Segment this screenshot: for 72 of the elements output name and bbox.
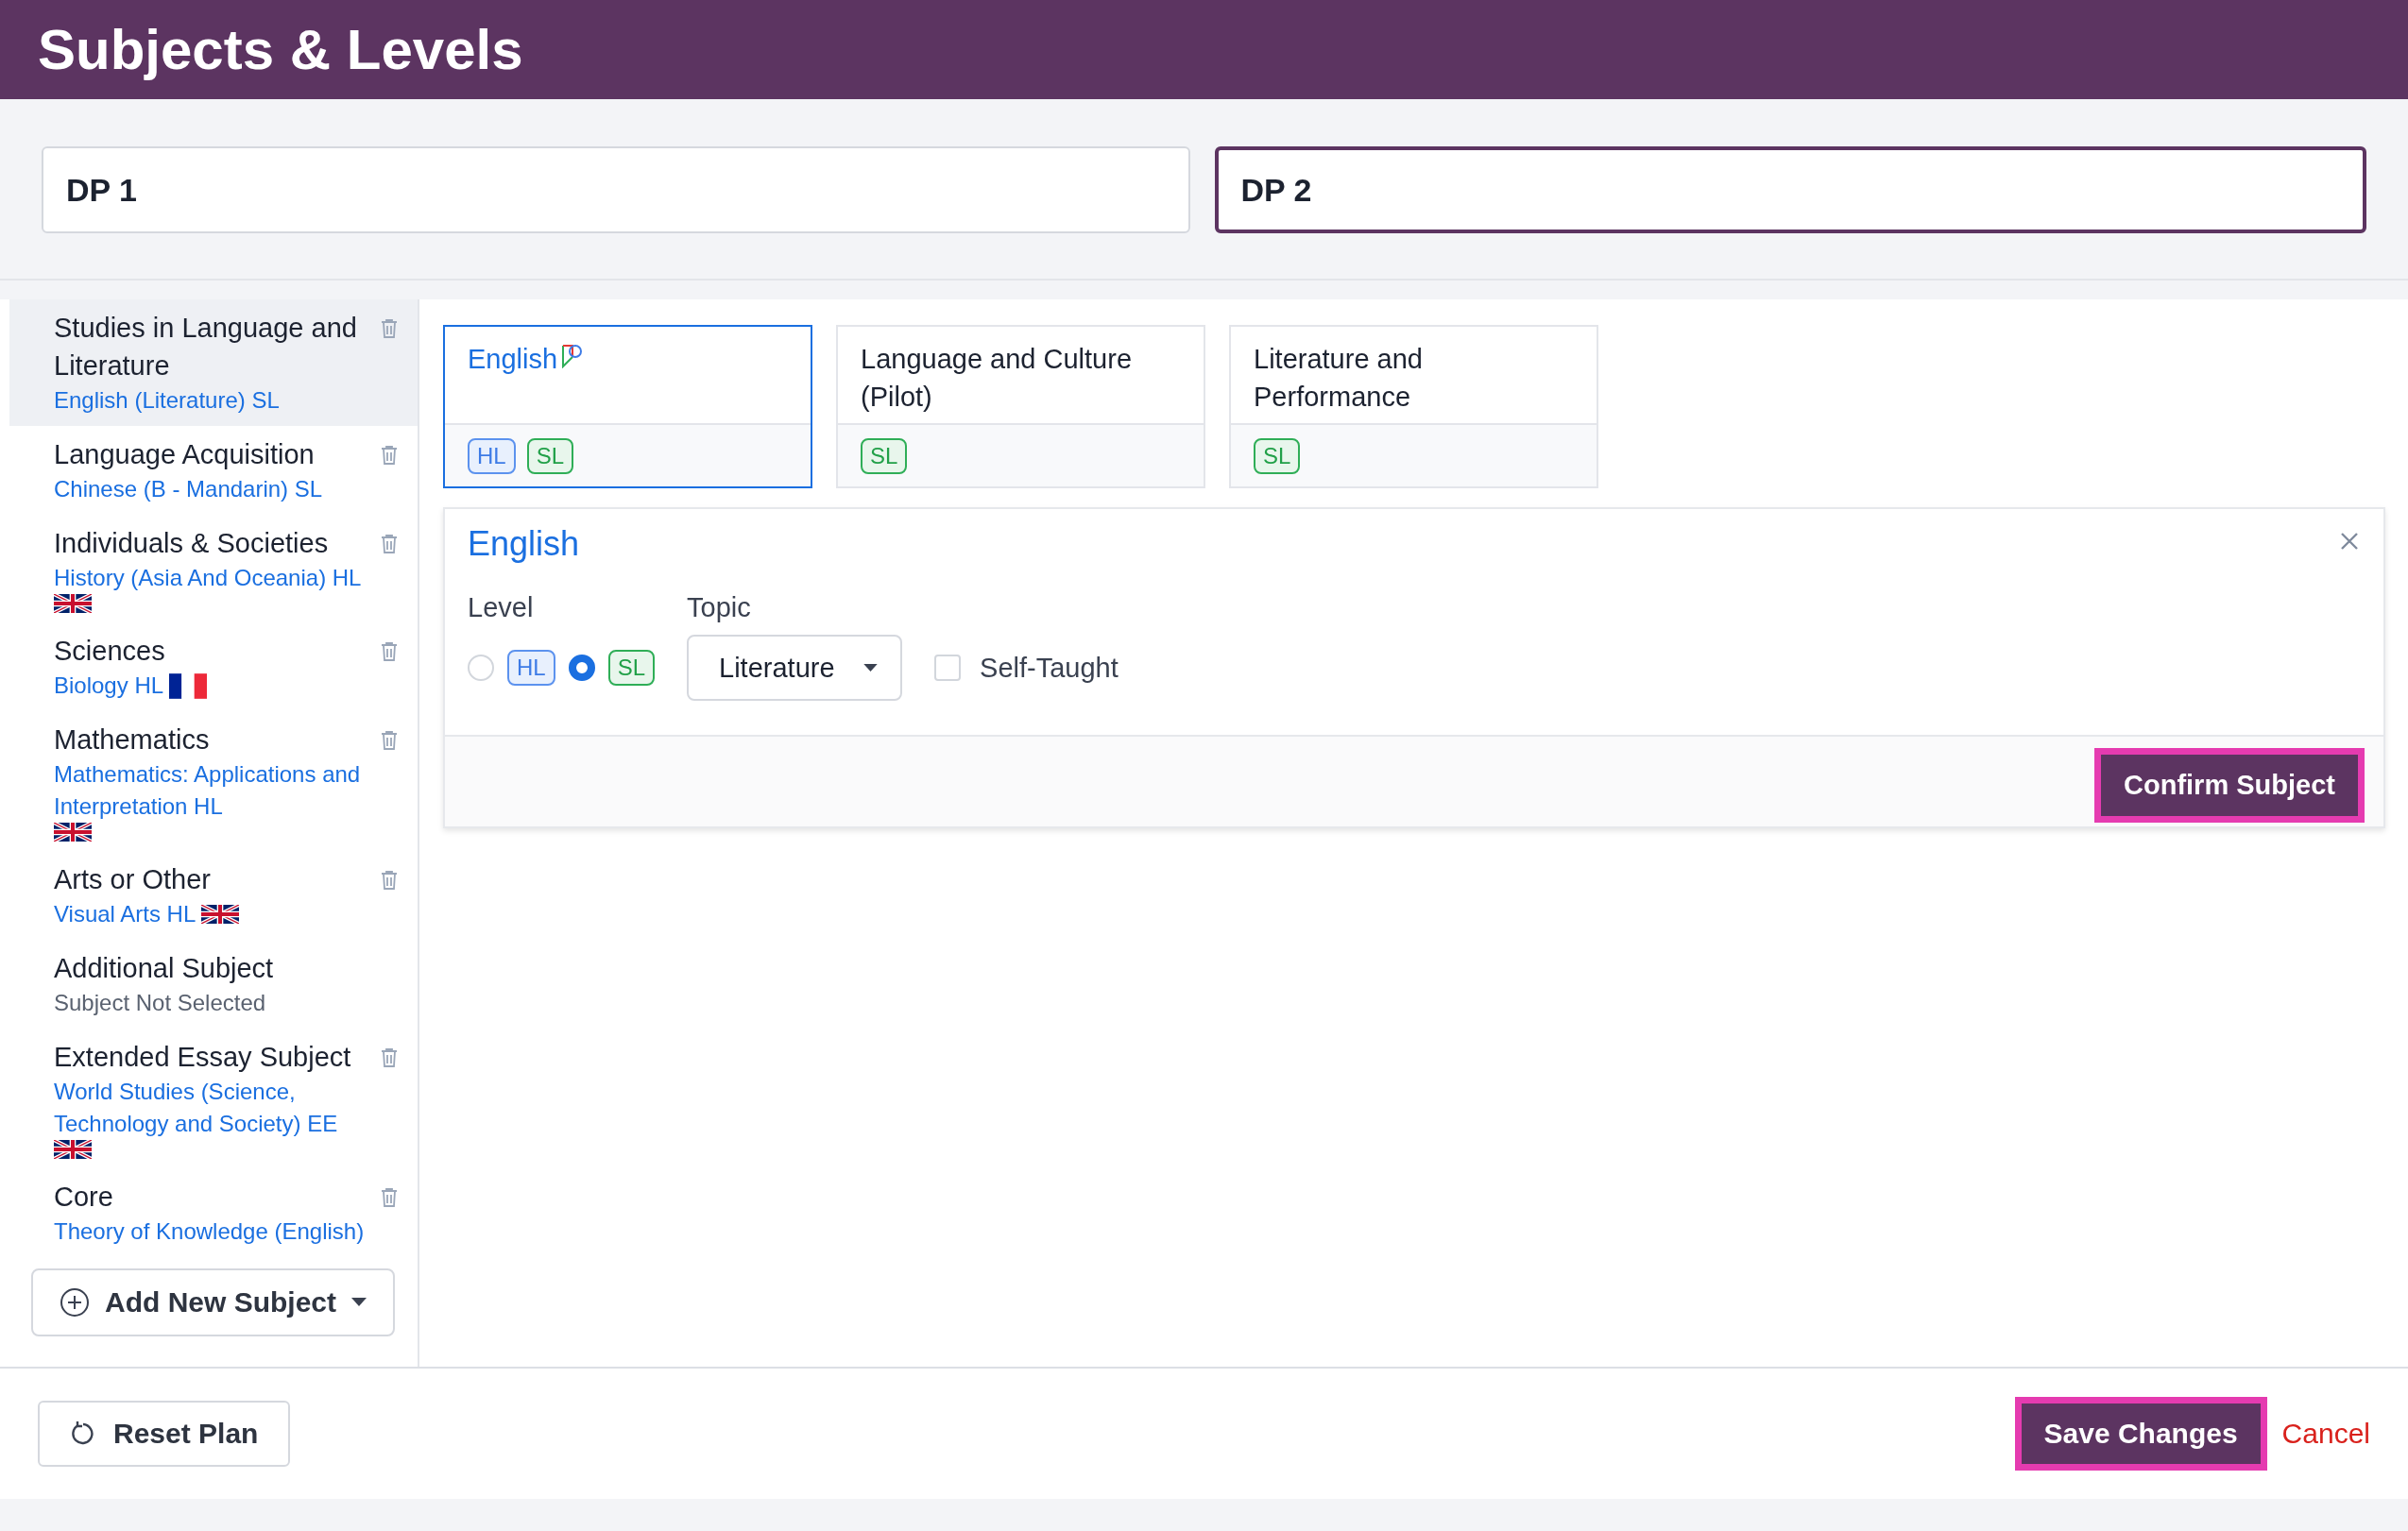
group-title: Individuals & Societies: [54, 527, 330, 560]
plus-circle-icon: [60, 1287, 90, 1318]
subject-group-item[interactable]: Individuals & Societies History (Asia And Oceania) HL: [9, 515, 418, 622]
group-title: Additional Subject: [54, 952, 275, 985]
trash-icon[interactable]: [380, 534, 399, 554]
save-button[interactable]: Save Changes: [2014, 1397, 2267, 1471]
flag-icon: [169, 672, 208, 699]
subject-group-item[interactable]: Extended Essay Subject World Studies (Science, Technology and Society) EE: [9, 1029, 418, 1168]
chosen-subject: Mathematics: Applications and Interpretation HL: [54, 760, 362, 821]
subject-name: Language and Culture (Pilot): [861, 344, 1132, 412]
caret-icon: [351, 1298, 367, 1307]
flag-icon: [54, 594, 92, 613]
topic-dropdown[interactable]: Literature: [687, 635, 903, 701]
level-badge: SL: [861, 437, 908, 474]
chosen-subject: Chinese (B - Mandarin) SL: [54, 475, 323, 503]
subject-name: English: [468, 344, 558, 374]
chosen-subject: Biology HL: [54, 672, 164, 700]
confirm-button[interactable]: Confirm Subject: [2094, 748, 2365, 823]
level-badge: HL: [468, 437, 516, 474]
level-badge: SL: [526, 437, 574, 474]
group-title: Arts or Other: [54, 863, 212, 896]
panel-title: English: [468, 524, 580, 564]
reset-button[interactable]: Reset Plan: [38, 1401, 291, 1467]
close-icon[interactable]: [2340, 532, 2359, 551]
level-label: Level: [468, 592, 535, 623]
add-subject-button[interactable]: Add New Subject: [31, 1268, 395, 1336]
group-title: Studies in Language and Literature: [54, 312, 358, 383]
group-title: Core: [54, 1181, 114, 1214]
trash-icon[interactable]: [380, 445, 399, 466]
chosen-subject: English (Literature) SL: [54, 386, 280, 415]
trash-icon[interactable]: [380, 1187, 399, 1208]
subject-card[interactable]: Language and Culture (Pilot) SL: [836, 325, 1205, 488]
subject-group-item[interactable]: Core Theory of Knowledge (English): [9, 1168, 418, 1257]
subject-group-item[interactable]: Language Acquisition Chinese (B - Mandarin) SL: [9, 426, 418, 515]
level-badge: SL: [607, 650, 656, 686]
chosen-subject: History (Asia And Oceania) HL: [54, 564, 362, 592]
group-title: Mathematics: [54, 723, 211, 757]
trash-icon[interactable]: [380, 641, 399, 662]
year-tab[interactable]: DP 1: [42, 146, 1190, 233]
flag-icon: [54, 1140, 92, 1159]
group-title: Language Acquisition: [54, 438, 316, 471]
trash-icon[interactable]: [380, 318, 399, 339]
page-title: Subjects & Levels: [38, 17, 523, 82]
subject-group-item[interactable]: Studies in Language and Literature English (Literature) SL: [9, 299, 418, 426]
chosen-subject: Theory of Knowledge (English): [54, 1217, 365, 1246]
chosen-subject: World Studies (Science, Technology and Society) EE: [54, 1078, 339, 1138]
level-radio[interactable]: [568, 655, 595, 681]
subject-card[interactable]: English HL SL: [443, 325, 812, 488]
level-badge: SL: [1254, 437, 1301, 474]
subject-group-item[interactable]: Mathematics Mathematics: Applications and Interpretation HL: [9, 711, 418, 851]
caret-icon: [863, 663, 879, 672]
reset-icon: [70, 1420, 96, 1447]
subject-group-item[interactable]: Arts or Other Visual Arts HL: [9, 851, 418, 940]
trash-icon[interactable]: [380, 870, 399, 891]
flag-icon: [201, 905, 240, 924]
chosen-subject: Visual Arts HL: [54, 900, 196, 928]
trash-icon[interactable]: [380, 730, 399, 751]
level-badge: HL: [507, 650, 555, 686]
trash-icon[interactable]: [380, 1047, 399, 1068]
flag-icon: [54, 823, 92, 842]
subject-name: Literature and Performance: [1254, 344, 1423, 412]
checkbox[interactable]: [934, 655, 962, 681]
subject-group-item[interactable]: Additional Subject Subject Not Selected: [9, 940, 418, 1029]
chosen-subject: Subject Not Selected: [54, 989, 266, 1017]
group-title: Extended Essay Subject: [54, 1041, 352, 1074]
checkbox-label: Self-Taught: [980, 652, 1119, 684]
group-title: Sciences: [54, 635, 166, 668]
subject-group-item[interactable]: Sciences Biology HL: [9, 622, 418, 711]
subject-card[interactable]: Literature and Performance SL: [1229, 325, 1598, 488]
year-tab[interactable]: DP 2: [1214, 146, 2366, 233]
cancel-link[interactable]: Cancel: [2281, 1418, 2370, 1450]
topic-label: Topic: [687, 592, 752, 623]
